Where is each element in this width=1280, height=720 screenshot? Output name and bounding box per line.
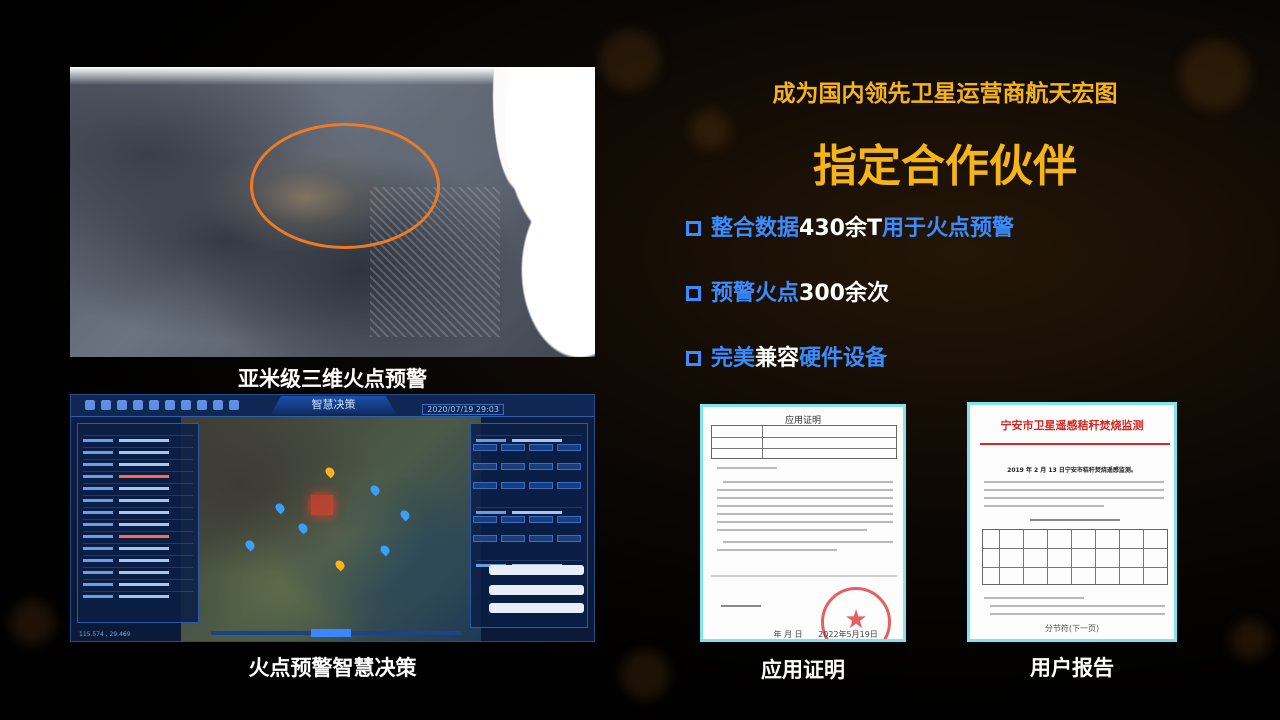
list-item xyxy=(83,547,193,562)
toolbar-icon xyxy=(213,400,223,410)
toolbar-icon xyxy=(181,400,191,410)
list-item xyxy=(83,535,193,550)
toolbar-icon xyxy=(85,400,95,410)
list-item xyxy=(83,475,193,490)
doc2-subtitle: 2019 年 2 月 13 日宁安市秸秆焚烧遥感监测。 xyxy=(1007,467,1137,474)
bullet-item-2: 预警火点300余次 xyxy=(686,275,889,307)
list-item xyxy=(83,427,193,442)
water-area xyxy=(445,67,595,357)
bokeh-light xyxy=(10,600,55,645)
checkbox-square-icon xyxy=(686,286,701,301)
list-item xyxy=(83,451,193,466)
toolbar-icon xyxy=(101,400,111,410)
checkbox-square-icon xyxy=(686,221,701,236)
toolbar-icon xyxy=(165,400,175,410)
toolbar-icon xyxy=(149,400,159,410)
list-item xyxy=(83,559,193,574)
doc2-caption: 用户报告 xyxy=(1030,656,1114,680)
list-item xyxy=(83,523,193,538)
doc2-title: 宁安市卫星遥感秸秆焚烧监测 xyxy=(1000,419,1144,432)
list-item xyxy=(83,583,193,598)
dashboard-detail-panel xyxy=(470,423,588,628)
list-item xyxy=(83,439,193,454)
dashboard-event-list xyxy=(77,423,199,623)
timeline-bar xyxy=(211,629,461,637)
toolbar-icon xyxy=(117,400,127,410)
application-certificate-document: 应用证明 ★ 2022年5月19日 年 月 日 xyxy=(700,404,906,642)
map3d-caption: 亚米级三维火点预警 xyxy=(238,367,427,391)
list-item xyxy=(83,463,193,478)
headline-line1: 成为国内领先卫星运营商航天宏图 xyxy=(772,81,1118,107)
chat-bubble xyxy=(489,603,584,613)
dashboard-toolbar: 智慧决策 2020/07/19 29:03 xyxy=(71,395,594,417)
map-coordinates: 115.574 , 29.469 xyxy=(79,631,131,638)
dashboard-title: 智慧决策 xyxy=(271,396,396,414)
list-item xyxy=(83,487,193,502)
toolbar-icon xyxy=(133,400,143,410)
doc1-info-table xyxy=(711,425,897,459)
bullet-item-3: 完美兼容硬件设备 xyxy=(686,340,887,372)
dashboard-map xyxy=(181,417,481,641)
doc2-footer: 分节符(下一页) xyxy=(1044,624,1100,633)
headline-line2: 指定合作伙伴 xyxy=(813,141,1077,192)
doc1-footer: 年 月 日 xyxy=(773,630,803,639)
bullet-item-1: 整合数据430余T用于火点预警 xyxy=(686,210,1014,242)
bokeh-light xyxy=(1230,620,1270,660)
chat-bubble xyxy=(489,585,584,595)
bokeh-light xyxy=(620,650,670,700)
checkbox-square-icon xyxy=(686,351,701,366)
user-report-document: 宁安市卫星遥感秸秆焚烧监测 2019 年 2 月 13 日宁安市秸秆焚烧遥感监测… xyxy=(967,402,1177,642)
doc2-data-table xyxy=(982,529,1168,585)
list-item xyxy=(83,499,193,514)
bokeh-light xyxy=(600,30,660,90)
doc1-caption: 应用证明 xyxy=(761,658,845,682)
list-item xyxy=(83,571,193,586)
fire-point-marker xyxy=(311,495,333,515)
chat-bubble xyxy=(489,565,584,575)
3d-fire-map-image xyxy=(70,67,595,357)
dashboard-time: 2020/07/19 29:03 xyxy=(422,404,504,415)
dashboard-caption: 火点预警智慧决策 xyxy=(248,656,417,680)
decision-dashboard-image: 智慧决策 2020/07/19 29:03 115.574 , 29.469 xyxy=(70,394,595,642)
toolbar-icon xyxy=(229,400,239,410)
list-item xyxy=(83,511,193,526)
fire-highlight-ring xyxy=(250,123,440,249)
toolbar-icon xyxy=(197,400,207,410)
